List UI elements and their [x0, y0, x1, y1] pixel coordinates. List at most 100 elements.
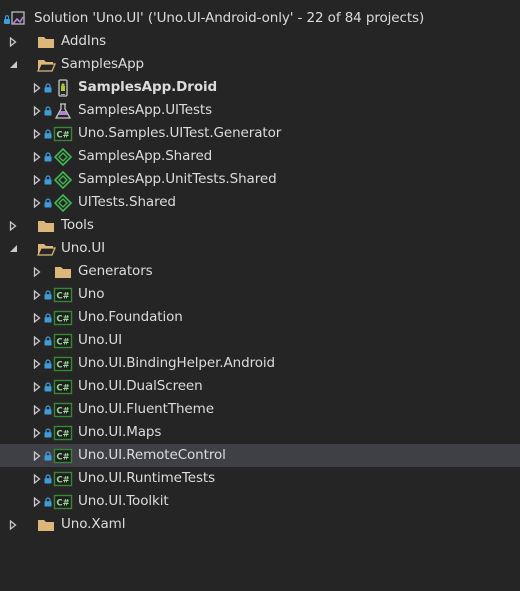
collapsed-arrow-icon[interactable]: [30, 444, 44, 467]
collapsed-arrow-icon[interactable]: [30, 398, 44, 421]
collapsed-arrow-icon[interactable]: [6, 30, 20, 53]
collapsed-arrow-icon[interactable]: [30, 421, 44, 444]
lock-icon: [44, 381, 52, 392]
csharp-project-icon: C#: [53, 309, 73, 327]
folder-icon: [36, 33, 56, 51]
tree-item[interactable]: C# Uno.Foundation: [0, 306, 520, 329]
svg-text:C#: C#: [56, 337, 69, 347]
lock-icon: [44, 197, 52, 208]
collapsed-arrow-icon[interactable]: [30, 467, 44, 490]
lock-icon: [44, 312, 52, 323]
svg-text:C#: C#: [56, 360, 69, 370]
tree-item[interactable]: SamplesApp.Shared: [0, 145, 520, 168]
svg-text:C#: C#: [56, 498, 69, 508]
tree-item[interactable]: AddIns: [0, 30, 520, 53]
lock-spacer: [44, 267, 52, 277]
tree-item-label: SamplesApp.UITests: [78, 102, 212, 118]
collapsed-arrow-icon[interactable]: [30, 352, 44, 375]
expanded-arrow-icon[interactable]: [6, 237, 20, 260]
lock-icon: [44, 496, 52, 507]
tree-item-label: Generators: [78, 263, 153, 279]
folder-icon: [36, 516, 56, 534]
tree-item[interactable]: C# Uno.UI.Toolkit: [0, 490, 520, 513]
lock-icon: [44, 427, 52, 438]
tree-item-label: SamplesApp.Shared: [78, 148, 213, 164]
tree-item[interactable]: C# Uno.UI.DualScreen: [0, 375, 520, 398]
collapsed-arrow-icon[interactable]: [30, 490, 44, 513]
tree-item[interactable]: C# Uno.UI.BindingHelper.Android: [0, 352, 520, 375]
tree-item-label: Uno: [78, 286, 105, 302]
csharp-project-icon: C#: [53, 125, 73, 143]
tree-item-label: Uno.UI: [78, 332, 123, 348]
collapsed-arrow-icon[interactable]: [30, 375, 44, 398]
tree-item-label: SamplesApp: [61, 56, 145, 72]
collapsed-arrow-icon[interactable]: [30, 99, 44, 122]
solution-label: Solution 'Uno.UI' ('Uno.UI-Android-only'…: [34, 10, 425, 26]
csharp-project-icon: C#: [53, 470, 73, 488]
tree-item[interactable]: SamplesApp: [0, 53, 520, 76]
tree-item[interactable]: C# Uno: [0, 283, 520, 306]
folder-open-icon: [36, 240, 56, 258]
collapsed-arrow-icon[interactable]: [30, 260, 44, 283]
tree-item-label: Uno.UI.RemoteControl: [78, 447, 226, 463]
tree-item[interactable]: C# Uno.UI.RemoteControl: [0, 444, 520, 467]
solution-explorer-tree: Solution 'Uno.UI' ('Uno.UI-Android-only'…: [0, 0, 520, 591]
lock-icon: [44, 151, 52, 162]
lock-icon: [44, 82, 52, 93]
tree-item[interactable]: Uno.Xaml: [0, 513, 520, 536]
collapsed-arrow-icon[interactable]: [6, 214, 20, 237]
tree-item[interactable]: SamplesApp.Droid: [0, 76, 520, 99]
svg-text:C#: C#: [56, 314, 69, 324]
expanded-arrow-icon[interactable]: [6, 53, 20, 76]
lock-icon: [44, 404, 52, 415]
tree-item[interactable]: Uno.UI: [0, 237, 520, 260]
collapsed-arrow-icon[interactable]: [30, 283, 44, 306]
tree-item[interactable]: C# Uno.UI: [0, 329, 520, 352]
tree-item-label: Uno.UI.BindingHelper.Android: [78, 355, 275, 371]
tree-item[interactable]: SamplesApp.UITests: [0, 99, 520, 122]
tree-item[interactable]: Tools: [0, 214, 520, 237]
lock-icon: [44, 105, 52, 116]
tree-item[interactable]: C# Uno.UI.RuntimeTests: [0, 467, 520, 490]
tree-item[interactable]: C# Uno.Samples.UITest.Generator: [0, 122, 520, 145]
csharp-project-icon: C#: [53, 355, 73, 373]
tree-item[interactable]: C# Uno.UI.FluentTheme: [0, 398, 520, 421]
csharp-project-icon: C#: [53, 401, 73, 419]
tree-item-label: Uno.UI: [61, 240, 106, 256]
svg-text:C#: C#: [56, 406, 69, 416]
collapsed-arrow-icon[interactable]: [30, 329, 44, 352]
svg-text:C#: C#: [56, 452, 69, 462]
collapsed-arrow-icon[interactable]: [30, 76, 44, 99]
tree-item-label: Uno.Samples.UITest.Generator: [78, 125, 282, 141]
tree-item-label: Uno.UI.Toolkit: [78, 493, 169, 509]
collapsed-arrow-icon[interactable]: [30, 145, 44, 168]
tree-item[interactable]: SamplesApp.UnitTests.Shared: [0, 168, 520, 191]
collapsed-arrow-icon[interactable]: [30, 122, 44, 145]
tree-item[interactable]: Generators: [0, 260, 520, 283]
lock-icon: [44, 128, 52, 139]
lock-icon: [44, 335, 52, 346]
tree-item-label: SamplesApp.Droid: [78, 79, 218, 95]
folder-icon: [53, 263, 73, 281]
tree-item-label: Uno.UI.Maps: [78, 424, 162, 440]
svg-text:C#: C#: [56, 130, 69, 140]
tree-item[interactable]: C# Uno.UI.Maps: [0, 421, 520, 444]
collapsed-arrow-icon[interactable]: [30, 191, 44, 214]
tree-item-label: Uno.Xaml: [61, 516, 126, 532]
lock-icon: [44, 289, 52, 300]
tree-item-label: Uno.UI.RuntimeTests: [78, 470, 216, 486]
collapsed-arrow-icon[interactable]: [30, 306, 44, 329]
shared-project-icon: [53, 147, 73, 166]
tree-item-label: UITests.Shared: [78, 194, 176, 210]
tree-item[interactable]: UITests.Shared: [0, 191, 520, 214]
tree-item-label: Uno.UI.FluentTheme: [78, 401, 214, 417]
collapsed-arrow-icon[interactable]: [6, 513, 20, 536]
shared-project-icon: [53, 170, 73, 189]
solution-root-row[interactable]: Solution 'Uno.UI' ('Uno.UI-Android-only'…: [0, 7, 520, 30]
folder-icon: [36, 217, 56, 235]
test-project-icon: [53, 102, 73, 120]
solution-icon: [3, 10, 27, 28]
tree-item-label: Tools: [61, 217, 94, 233]
collapsed-arrow-icon[interactable]: [30, 168, 44, 191]
svg-text:C#: C#: [56, 429, 69, 439]
